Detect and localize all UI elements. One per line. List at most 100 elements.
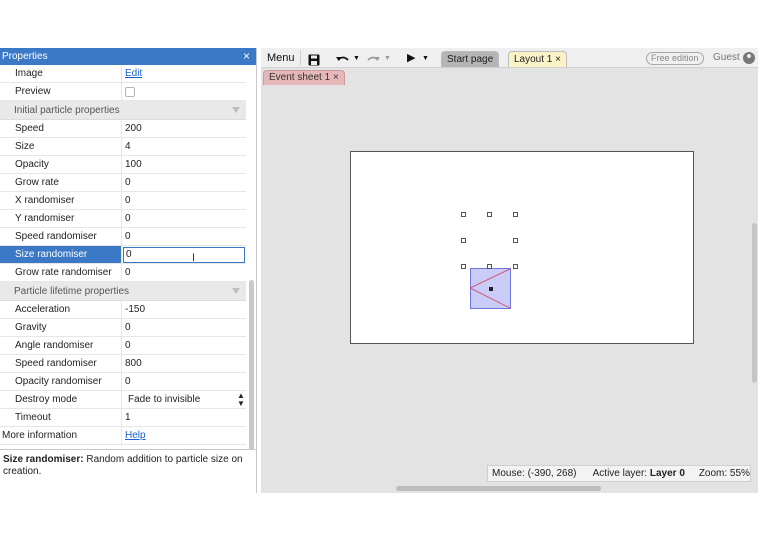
close-icon[interactable]: × [333,72,339,83]
vertical-scrollbar[interactable] [752,223,757,383]
user-icon[interactable] [743,52,755,64]
section-initial-particle-properties[interactable]: Initial particle properties [0,101,246,120]
tab-start-page[interactable]: Start page [441,51,500,67]
property-row-grow-rate-randomiser[interactable]: Grow rate randomiser 0 [0,264,246,282]
property-label: Destroy mode [0,391,122,408]
resize-handle-e[interactable] [513,238,518,243]
origin-point [489,287,493,291]
redo-icon[interactable] [365,52,381,68]
property-row-gravity[interactable]: Gravity 0 [0,319,246,337]
property-value[interactable]: 0 [122,337,246,354]
guest-label[interactable]: Guest [713,51,740,65]
resize-handle-n[interactable] [487,212,492,217]
property-value[interactable]: 0 [122,264,246,281]
property-row-grow-rate[interactable]: Grow rate 0 [0,174,246,192]
property-value[interactable]: 800 [122,355,246,372]
resize-handle-ne[interactable] [513,212,518,217]
property-row-destroy-mode[interactable]: Destroy mode Fade to invisible ▲ ▼ [0,391,246,409]
undo-icon[interactable] [335,52,351,68]
resize-handle-nw[interactable] [461,212,466,217]
properties-scrollbar[interactable] [249,280,254,452]
layout-workspace: Menu ▼ ▼ ▶ ▼ Start page Layout 1 × Free … [261,48,758,493]
property-row-speed[interactable]: Speed 200 [0,120,246,138]
property-label: More information [0,427,122,444]
subtab-bar: Event sheet 1 × [261,69,758,85]
property-row-preview[interactable]: Preview [0,83,246,101]
property-label: Grow rate randomiser [0,264,122,281]
preview-checkbox[interactable] [125,87,135,97]
undo-dropdown-icon[interactable]: ▼ [353,51,360,67]
resize-handle-s[interactable] [487,264,492,269]
properties-title: Properties [2,51,48,62]
save-icon[interactable] [308,52,320,68]
property-label: Timeout [0,409,122,426]
active-layer-label: Active layer: [592,468,650,479]
property-label: Opacity [0,156,122,173]
property-value[interactable]: 200 [122,120,246,137]
collapse-triangle-icon[interactable] [232,107,240,113]
property-row-speed-randomiser-lifetime[interactable]: Speed randomiser 800 [0,355,246,373]
destroy-mode-select[interactable]: Fade to invisible ▲ ▼ [122,391,246,408]
tab-layout-1[interactable]: Layout 1 × [508,51,567,67]
mouse-position: Mouse: (-390, 268) [492,468,577,479]
property-row-size[interactable]: Size 4 [0,138,246,156]
resize-handle-se[interactable] [513,264,518,269]
resize-handle-sw[interactable] [461,264,466,269]
property-row-speed-randomiser[interactable]: Speed randomiser 0 [0,228,246,246]
play-icon[interactable]: ▶ [407,50,415,66]
property-row-opacity[interactable]: Opacity 100 [0,156,246,174]
property-value[interactable]: 0 [122,210,246,227]
property-label: Speed [0,120,122,137]
tab-label: Event sheet 1 [269,72,331,83]
menu-button[interactable]: Menu [263,50,301,66]
property-label: Speed randomiser [0,355,122,372]
property-value[interactable]: -150 [122,301,246,318]
property-value[interactable]: 4 [122,138,246,155]
status-bar: Mouse: (-390, 268) Active layer: Layer 0… [487,465,751,482]
close-icon[interactable]: × [243,48,250,65]
edit-image-link[interactable]: Edit [125,68,142,79]
property-value[interactable]: 1 [122,409,246,426]
property-row-x-randomiser[interactable]: X randomiser 0 [0,192,246,210]
property-label: Speed randomiser [0,228,122,245]
help-link[interactable]: Help [125,430,146,441]
property-description: Size randomiser: Random addition to part… [0,449,256,493]
play-dropdown-icon[interactable]: ▼ [422,51,429,67]
property-label: Image [0,65,122,82]
size-randomiser-input[interactable]: 0 [123,247,245,263]
tab-event-sheet-1[interactable]: Event sheet 1 × [263,70,345,85]
property-value[interactable]: 100 [122,156,246,173]
property-row-acceleration[interactable]: Acceleration -150 [0,301,246,319]
property-value[interactable]: 0 [122,319,246,336]
properties-grid: Image Edit Preview Initial particle prop… [0,65,246,449]
property-row-more-information[interactable]: More information Help [0,427,246,445]
description-title: Size randomiser: [3,454,84,465]
section-particle-lifetime-properties[interactable]: Particle lifetime properties [0,282,246,301]
properties-header: Properties × [0,48,256,65]
property-label: Opacity randomiser [0,373,122,390]
redo-dropdown-icon[interactable]: ▼ [384,51,391,67]
collapse-triangle-icon[interactable] [232,288,240,294]
free-edition-badge[interactable]: Free edition [646,52,704,65]
property-row-timeout[interactable]: Timeout 1 [0,409,246,427]
property-value[interactable]: 0 [122,228,246,245]
property-value[interactable]: 0 [122,174,246,191]
layout-canvas[interactable] [350,151,694,344]
property-row-angle-randomiser[interactable]: Angle randomiser 0 [0,337,246,355]
property-row-y-randomiser[interactable]: Y randomiser 0 [0,210,246,228]
close-icon[interactable]: × [555,54,561,65]
active-layer-value: Layer 0 [649,468,685,479]
property-row-image[interactable]: Image Edit [0,65,246,83]
property-value[interactable]: 0 [122,192,246,209]
property-value[interactable]: 0 [122,373,246,390]
resize-handle-w[interactable] [461,238,466,243]
select-value: Fade to invisible [128,394,201,405]
property-label: Size [0,138,122,155]
horizontal-scrollbar[interactable] [396,486,601,491]
property-label: Y randomiser [0,210,122,227]
tab-label: Start page [447,54,494,65]
property-row-size-randomiser[interactable]: Size randomiser 0 I [0,246,246,264]
tab-label: Layout 1 [514,54,553,65]
zoom-level: Zoom: 55% [698,468,750,479]
property-row-opacity-randomiser[interactable]: Opacity randomiser 0 [0,373,246,391]
